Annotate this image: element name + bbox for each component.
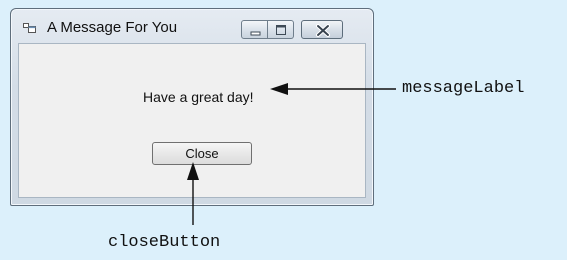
callout-arrows [187,83,396,225]
message-arrowhead [270,83,288,95]
close-button-callout: closeButton [108,233,221,252]
message-label-callout: messageLabel [402,79,525,98]
button-arrowhead [187,162,199,180]
